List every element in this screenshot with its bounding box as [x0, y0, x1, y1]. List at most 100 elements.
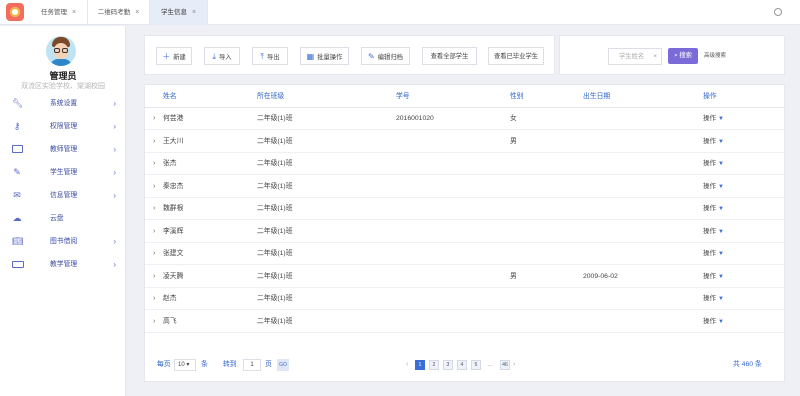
expand-arrow-icon[interactable]: › [153, 243, 155, 265]
table-row[interactable]: › 高飞 二年级(1)班 操作 ▼ [145, 311, 786, 333]
sidebar-item-cloud[interactable]: ☁ 云盘 [0, 207, 126, 230]
cell-name: 何芸港 [163, 115, 184, 122]
goto-page-input[interactable]: 1 [243, 359, 261, 371]
edit-archive-button[interactable]: ✎ 编辑归档 [361, 47, 410, 65]
chevron-right-icon: › [113, 168, 116, 177]
tab-qr-attendance[interactable]: 二维码考勤 × [88, 0, 150, 25]
page-number-last[interactable]: 46 [500, 360, 510, 370]
table-row[interactable]: › 魏群根 二年级(1)班 操作 ▼ [145, 198, 786, 220]
row-operation-dropdown[interactable]: 操作 ▼ [703, 243, 724, 265]
new-button[interactable]: ＋新建 [156, 47, 192, 65]
table-row[interactable]: › 秦忠杰 二年级(1)班 操作 ▼ [145, 176, 786, 198]
caret-down-icon: ▼ [718, 161, 724, 167]
sidebar-item-messages[interactable]: ✉ 信息管理 › [0, 184, 126, 207]
page-number[interactable]: 5 [471, 360, 481, 370]
sidebar-item-library[interactable]: 📖︎ 图书借阅 › [0, 230, 126, 253]
caret-down-icon: ▼ [718, 228, 724, 235]
close-icon[interactable]: × [192, 9, 196, 16]
col-operation: 操作 [703, 93, 717, 100]
expand-arrow-icon[interactable]: › [153, 131, 155, 153]
close-icon[interactable]: × [135, 9, 139, 16]
expand-arrow-icon[interactable]: › [153, 176, 155, 198]
table-row[interactable]: › 何芸港 二年级(1)班 2016001020 女 操作 ▼ [145, 108, 786, 130]
cell-class: 二年级(1)班 [257, 115, 293, 122]
table-row[interactable]: › 凌天腾 二年级(1)班 男 2009-06-02 操作 ▼ [145, 266, 786, 288]
advanced-search-link[interactable]: 高级搜索 [704, 48, 726, 64]
clear-icon[interactable]: × [653, 49, 657, 64]
cell-class: 二年级(1)班 [257, 317, 293, 325]
row-operation-dropdown[interactable]: 操作 ▼ [703, 153, 724, 175]
page-size-select[interactable]: 10 ▾ [174, 359, 196, 371]
row-operation-dropdown[interactable]: 操作 ▼ [703, 198, 724, 220]
upload-icon: ⤒ [260, 52, 264, 61]
close-icon[interactable]: × [72, 9, 76, 16]
page-number[interactable]: 3 [443, 360, 453, 370]
cell-class: 二年级(1)班 [257, 272, 293, 280]
cell-class: 二年级(1)班 [257, 160, 293, 167]
table-row[interactable]: › 李溪辉 二年级(1)班 操作 ▼ [145, 221, 786, 243]
row-operation-dropdown[interactable]: 操作 ▼ [703, 266, 724, 288]
row-operation-dropdown[interactable]: 操作 ▼ [703, 311, 724, 333]
expand-arrow-icon[interactable]: › [153, 153, 155, 175]
caret-down-icon: ▼ [718, 273, 724, 280]
sidebar-item-system-settings[interactable]: 🔧︎ 系统设置 › [0, 92, 126, 115]
expand-arrow-icon[interactable]: › [153, 311, 155, 333]
table-header: 姓名 所在班级 学号 性别 出生日期 操作 [145, 85, 786, 108]
export-button[interactable]: ⤒ 导出 [252, 47, 288, 65]
col-student-id[interactable]: 学号 [396, 85, 410, 108]
row-operation-dropdown[interactable]: 操作 ▼ [703, 131, 724, 153]
sidebar-item-permissions[interactable]: ⚷ 权限管理 › [0, 115, 126, 138]
row-operation-dropdown[interactable]: 操作 ▼ [703, 108, 724, 130]
row-operation-dropdown[interactable]: 操作 ▼ [703, 221, 724, 243]
col-class[interactable]: 所在班级 [257, 85, 284, 108]
go-button[interactable]: GO [277, 359, 289, 371]
sidebar: 管理员 双流区实验学校、棠湖校园 🔧︎ 系统设置 › ⚷ 权限管理 › 教师管理… [0, 26, 126, 396]
tab-label: 学生信息 [160, 9, 187, 16]
page-number[interactable]: 4 [457, 360, 467, 370]
student-name-search-input[interactable]: 学生姓名 × [608, 48, 662, 65]
next-page-icon[interactable]: › [513, 360, 515, 370]
search-panel: 学生姓名 × ⌕ 搜索 高级搜索 [559, 35, 785, 75]
mail-icon: ✉ [13, 190, 21, 200]
tab-task-management[interactable]: 任务管理 × [30, 0, 88, 25]
row-operation-dropdown[interactable]: 操作 ▼ [703, 288, 724, 310]
col-birth-date[interactable]: 出生日期 [583, 85, 610, 108]
sidebar-item-teaching[interactable]: 教学管理 › [0, 253, 126, 276]
table-row[interactable]: › 张建文 二年级(1)班 操作 ▼ [145, 243, 786, 265]
search-button[interactable]: ⌕ 搜索 [668, 48, 698, 64]
page-number[interactable]: 1 [415, 360, 425, 370]
table-row[interactable]: › 王大川 二年级(1)班 男 操作 ▼ [145, 131, 786, 153]
row-operation-dropdown[interactable]: 操作 ▼ [703, 176, 724, 198]
download-icon: ⤓ [212, 52, 216, 61]
sidebar-item-students[interactable]: ✎ 学生管理 › [0, 161, 126, 184]
batch-operation-button[interactable]: ▦ 批量操作 [300, 47, 349, 65]
expand-arrow-icon[interactable]: › [153, 108, 155, 130]
col-gender[interactable]: 性别 [510, 85, 524, 108]
cell-class: 二年级(1)班 [257, 250, 293, 257]
col-name[interactable]: 姓名 [163, 85, 177, 108]
expand-arrow-icon[interactable]: › [153, 288, 155, 310]
student-table: 姓名 所在班级 学号 性别 出生日期 操作 › 何芸港 二年级(1)班 2016001… [144, 84, 786, 382]
total-count: 共 460 条 [733, 361, 762, 368]
table-row[interactable]: › 张杰 二年级(1)班 操作 ▼ [145, 153, 786, 175]
cell-gender: 女 [510, 115, 517, 122]
expand-arrow-icon[interactable]: › [153, 266, 155, 288]
cell-class: 二年级(1)班 [257, 137, 293, 145]
settings-circle-icon[interactable] [774, 8, 782, 16]
chevron-right-icon: › [113, 260, 116, 269]
table-row[interactable]: › 赵杰 二年级(1)班 操作 ▼ [145, 288, 786, 310]
view-graduated-button[interactable]: 查看已毕业学生 [488, 47, 544, 65]
page-number[interactable]: 2 [429, 360, 439, 370]
cloud-icon: ☁ [12, 213, 22, 223]
cell-name: 李溪辉 [163, 227, 184, 235]
avatar [46, 36, 76, 66]
expand-arrow-icon[interactable]: › [153, 221, 155, 243]
prev-page-icon[interactable]: ‹ [406, 360, 408, 370]
expand-arrow-icon[interactable]: › [153, 198, 155, 220]
sidebar-item-teachers[interactable]: 教师管理 › [0, 138, 126, 161]
view-all-students-button[interactable]: 查看全部学生 [422, 47, 477, 65]
cell-name: 高飞 [163, 317, 177, 325]
cell-class: 二年级(1)班 [257, 295, 293, 302]
tab-student-info[interactable]: 学生信息 × [150, 0, 208, 25]
import-button[interactable]: ⤓ 导入 [204, 47, 240, 65]
